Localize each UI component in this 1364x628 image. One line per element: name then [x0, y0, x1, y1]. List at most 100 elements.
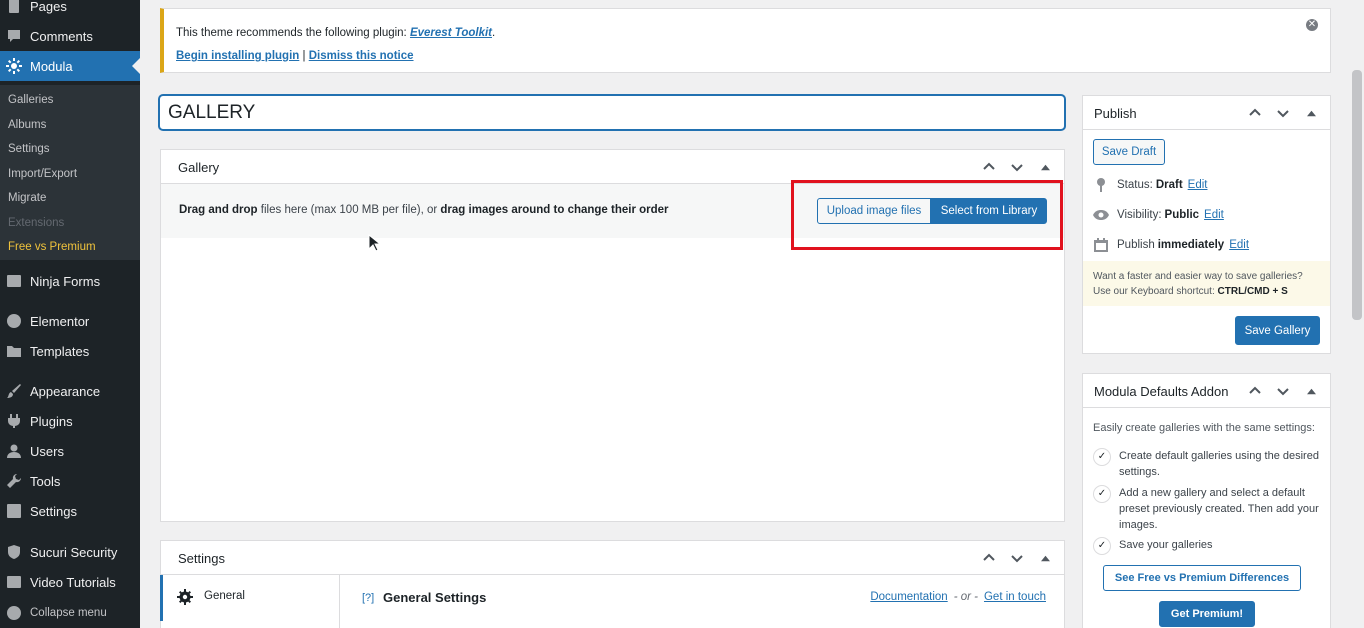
comments-icon — [6, 28, 22, 44]
close-icon[interactable]: ✕ — [1306, 19, 1318, 31]
plug-icon — [6, 413, 22, 429]
collapse-triangle-icon[interactable] — [1302, 382, 1320, 400]
settings-box-title: Settings — [178, 551, 225, 566]
edit-visibility-link[interactable]: Edit — [1204, 209, 1224, 221]
sidebar-item-label: Sucuri Security — [30, 544, 118, 560]
box-handles — [1246, 382, 1320, 400]
sidebar-item-label: Tools — [30, 473, 61, 489]
chevron-down-icon[interactable] — [1008, 158, 1026, 176]
sidebar-item-elementor[interactable]: Elementor — [0, 306, 140, 336]
sidebar-item-label: Collapse menu — [30, 607, 107, 619]
chevron-down-icon[interactable] — [1274, 104, 1292, 122]
notice-text: This theme recommends the following plug… — [176, 27, 496, 39]
sidebar-item-plugins[interactable]: Plugins — [0, 406, 140, 436]
page-scrollbar[interactable] — [1350, 0, 1364, 628]
save-draft-button[interactable]: Save Draft — [1093, 139, 1165, 165]
sidebar-item-settings[interactable]: Settings — [0, 496, 140, 526]
forms-icon — [6, 273, 22, 289]
keyboard-shortcut-note: Want a faster and easier way to save gal… — [1083, 261, 1330, 306]
settings-metabox: Settings General [?] General Settings Do… — [160, 540, 1065, 628]
scrollbar-thumb[interactable] — [1352, 70, 1362, 320]
defaults-box-title: Modula Defaults Addon — [1094, 384, 1229, 399]
submenu-free-vs-premium[interactable]: Free vs Premium — [8, 241, 96, 253]
box-handles — [980, 549, 1054, 567]
user-icon — [6, 443, 22, 459]
gallery-title-input[interactable] — [159, 95, 1065, 130]
documentation-link[interactable]: Documentation — [870, 591, 947, 603]
mouse-cursor-icon — [368, 234, 380, 252]
sidebar-item-label: Ninja Forms — [30, 273, 101, 289]
get-premium-button[interactable]: Get Premium! — [1159, 601, 1255, 627]
publish-box-header: Publish — [1083, 96, 1330, 130]
defaults-addon-metabox: Modula Defaults Addon Easily create gall… — [1082, 373, 1331, 628]
sidebar-item-label: Modula — [30, 58, 73, 74]
sidebar-item-pages[interactable]: Pages — [0, 0, 140, 21]
collapse-triangle-icon[interactable] — [1036, 158, 1054, 176]
gallery-box-title: Gallery — [178, 160, 220, 175]
tab-general[interactable]: General — [160, 575, 340, 621]
submenu-extensions[interactable]: Extensions — [8, 217, 64, 229]
chevron-down-icon[interactable] — [1274, 382, 1292, 400]
everest-toolkit-link[interactable]: Everest Toolkit — [410, 27, 492, 39]
submenu-migrate[interactable]: Migrate — [8, 192, 46, 204]
elementor-icon — [6, 313, 22, 329]
highlight-annotation — [791, 180, 1063, 250]
box-handles — [1246, 104, 1320, 122]
sidebar-item-templates[interactable]: Templates — [0, 336, 140, 366]
tab-divider — [339, 575, 340, 628]
modula-submenu: Galleries Albums Settings Import/Export … — [0, 85, 140, 260]
dropzone-text: Drag and drop files here (max 100 MB per… — [179, 204, 669, 216]
free-vs-premium-button[interactable]: See Free vs Premium Differences — [1103, 565, 1301, 591]
chevron-up-icon[interactable] — [980, 549, 998, 567]
edit-status-link[interactable]: Edit — [1188, 179, 1208, 191]
chevron-up-icon[interactable] — [980, 158, 998, 176]
check-icon: ✓ — [1093, 537, 1111, 555]
visibility-row: Visibility: Public Edit — [1093, 207, 1224, 223]
defaults-intro: Easily create galleries with the same se… — [1093, 422, 1315, 434]
chevron-up-icon[interactable] — [1246, 382, 1264, 400]
feature-item: ✓ Create default galleries using the des… — [1093, 448, 1329, 480]
sidebar-item-modula[interactable]: Modula — [0, 51, 140, 81]
edit-publish-date-link[interactable]: Edit — [1229, 239, 1249, 251]
chevron-down-icon[interactable] — [1008, 549, 1026, 567]
tab-general-label: General — [204, 590, 245, 602]
begin-installing-link[interactable]: Begin installing plugin — [176, 50, 299, 62]
sidebar-item-sucuri-security[interactable]: Sucuri Security — [0, 537, 140, 567]
sidebar-item-appearance[interactable]: Appearance — [0, 376, 140, 406]
publish-date-row: Publish immediately Edit — [1093, 237, 1249, 253]
get-in-touch-link[interactable]: Get in touch — [984, 591, 1046, 603]
submenu-galleries[interactable]: Galleries — [8, 94, 53, 106]
help-link[interactable]: [?] — [362, 592, 374, 604]
submenu-settings[interactable]: Settings — [8, 143, 50, 155]
submenu-albums[interactable]: Albums — [8, 119, 46, 131]
collapse-triangle-icon[interactable] — [1302, 104, 1320, 122]
shield-icon — [6, 544, 22, 560]
sidebar-item-video-tutorials[interactable]: Video Tutorials — [0, 567, 140, 597]
eye-icon — [1093, 207, 1109, 223]
dismiss-notice-link[interactable]: Dismiss this notice — [309, 50, 414, 62]
gear-icon — [6, 58, 22, 74]
sidebar-item-label: Appearance — [30, 383, 101, 399]
sidebar-item-users[interactable]: Users — [0, 436, 140, 466]
settings-links: Documentation - or - Get in touch — [870, 591, 1046, 603]
gallery-box-header: Gallery — [161, 150, 1064, 184]
sidebar-item-comments[interactable]: Comments — [0, 21, 140, 51]
sidebar-item-label: Video Tutorials — [30, 574, 116, 590]
pin-icon — [1093, 177, 1109, 193]
collapse-triangle-icon[interactable] — [1036, 549, 1054, 567]
calendar-icon — [1093, 237, 1109, 253]
pages-icon — [6, 0, 22, 14]
sidebar-item-tools[interactable]: Tools — [0, 466, 140, 496]
sidebar-item-label: Pages — [30, 0, 67, 14]
sidebar-item-ninja-forms[interactable]: Ninja Forms — [0, 266, 140, 296]
save-gallery-button[interactable]: Save Gallery — [1235, 316, 1320, 345]
folder-icon — [6, 343, 22, 359]
sidebar-collapse-menu[interactable]: Collapse menu — [0, 598, 140, 628]
check-icon: ✓ — [1093, 485, 1111, 503]
collapse-icon — [6, 605, 22, 621]
admin-sidebar: Pages Comments Modula Galleries Albums S… — [0, 0, 140, 628]
chevron-up-icon[interactable] — [1246, 104, 1264, 122]
submenu-import-export[interactable]: Import/Export — [8, 168, 77, 180]
brush-icon — [6, 383, 22, 399]
sidebar-item-label: Comments — [30, 28, 93, 44]
